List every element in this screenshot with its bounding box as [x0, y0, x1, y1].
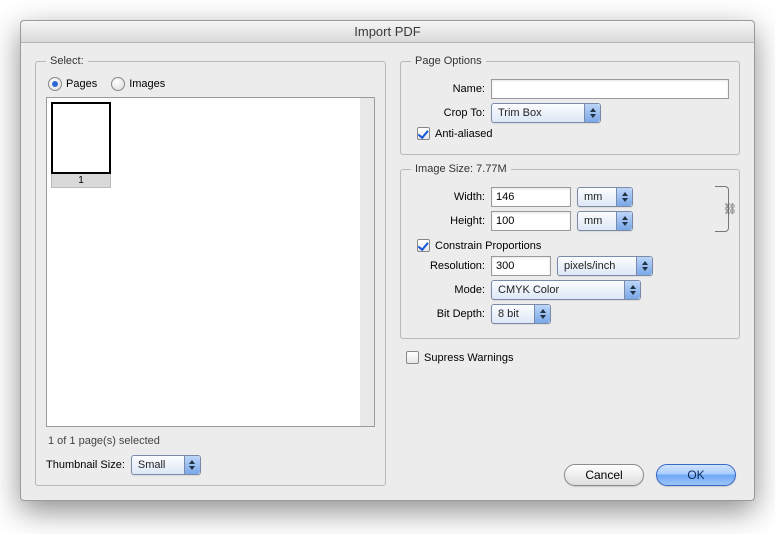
- updown-arrows-icon: [584, 104, 600, 122]
- resolution-input[interactable]: [491, 256, 551, 276]
- name-label: Name:: [411, 83, 491, 95]
- height-unit-select[interactable]: mm: [577, 211, 633, 231]
- dialog-import-pdf: Import PDF Select: Pages Images: [20, 20, 755, 501]
- ok-button[interactable]: OK: [656, 464, 736, 486]
- mode-label: Mode:: [411, 284, 491, 296]
- crop-select[interactable]: Trim Box: [491, 103, 601, 123]
- checkbox-icon: [417, 239, 430, 252]
- bitdepth-value: 8 bit: [498, 308, 519, 320]
- link-bracket-icon: ⛓: [715, 186, 729, 232]
- scrollbar[interactable]: [360, 97, 375, 427]
- page-options-group: Page Options Name: Crop To: Trim Box Ant…: [400, 55, 740, 155]
- select-group: Select: Pages Images 1: [35, 55, 386, 486]
- radio-pages-label: Pages: [66, 78, 97, 90]
- thumbnail-list[interactable]: 1: [46, 97, 360, 427]
- constrain-label: Constrain Proportions: [435, 240, 541, 252]
- radio-pages[interactable]: Pages: [48, 77, 97, 91]
- thumb-size-value: Small: [138, 459, 166, 471]
- width-unit-value: mm: [584, 191, 602, 203]
- cancel-button[interactable]: Cancel: [564, 464, 644, 486]
- antialiased-label: Anti-aliased: [435, 128, 492, 140]
- name-input[interactable]: [491, 79, 729, 99]
- radio-images-label: Images: [129, 78, 165, 90]
- thumbnail-item[interactable]: 1: [51, 102, 111, 188]
- thumbnail-preview: [51, 102, 111, 174]
- updown-arrows-icon: [616, 212, 632, 230]
- mode-value: CMYK Color: [498, 284, 559, 296]
- thumbnail-caption: 1: [51, 174, 111, 188]
- updown-arrows-icon: [184, 456, 200, 474]
- selection-status: 1 of 1 page(s) selected: [48, 435, 373, 447]
- suppress-warnings-checkbox[interactable]: Supress Warnings: [406, 351, 513, 364]
- select-legend: Select:: [46, 55, 88, 67]
- resolution-unit-value: pixels/inch: [564, 260, 615, 272]
- suppress-warnings-label: Supress Warnings: [424, 352, 513, 364]
- page-options-legend: Page Options: [411, 55, 486, 67]
- checkbox-icon: [417, 127, 430, 140]
- image-size-legend: Image Size: 7.77M: [411, 163, 511, 175]
- resolution-label: Resolution:: [411, 260, 491, 272]
- ok-button-label: OK: [687, 468, 704, 482]
- chain-link-icon[interactable]: ⛓: [723, 203, 737, 216]
- height-input[interactable]: [491, 211, 571, 231]
- updown-arrows-icon: [534, 305, 550, 323]
- crop-label: Crop To:: [411, 107, 491, 119]
- height-unit-value: mm: [584, 215, 602, 227]
- radio-images[interactable]: Images: [111, 77, 165, 91]
- bitdepth-select[interactable]: 8 bit: [491, 304, 551, 324]
- updown-arrows-icon: [624, 281, 640, 299]
- checkbox-icon: [406, 351, 419, 364]
- antialiased-checkbox[interactable]: Anti-aliased: [417, 127, 492, 140]
- radio-dot-icon: [48, 77, 62, 91]
- width-input[interactable]: [491, 187, 571, 207]
- height-label: Height:: [411, 215, 491, 227]
- width-label: Width:: [411, 191, 491, 203]
- crop-value: Trim Box: [498, 107, 542, 119]
- constrain-checkbox[interactable]: Constrain Proportions: [417, 239, 541, 252]
- thumb-size-label: Thumbnail Size:: [46, 459, 125, 471]
- width-unit-select[interactable]: mm: [577, 187, 633, 207]
- updown-arrows-icon: [636, 257, 652, 275]
- image-size-group: Image Size: 7.77M Width: mm: [400, 163, 740, 339]
- radio-dot-icon: [111, 77, 125, 91]
- updown-arrows-icon: [616, 188, 632, 206]
- window-title: Import PDF: [21, 21, 754, 43]
- cancel-button-label: Cancel: [585, 468, 622, 482]
- thumb-size-select[interactable]: Small: [131, 455, 201, 475]
- mode-select[interactable]: CMYK Color: [491, 280, 641, 300]
- bitdepth-label: Bit Depth:: [411, 308, 491, 320]
- resolution-unit-select[interactable]: pixels/inch: [557, 256, 653, 276]
